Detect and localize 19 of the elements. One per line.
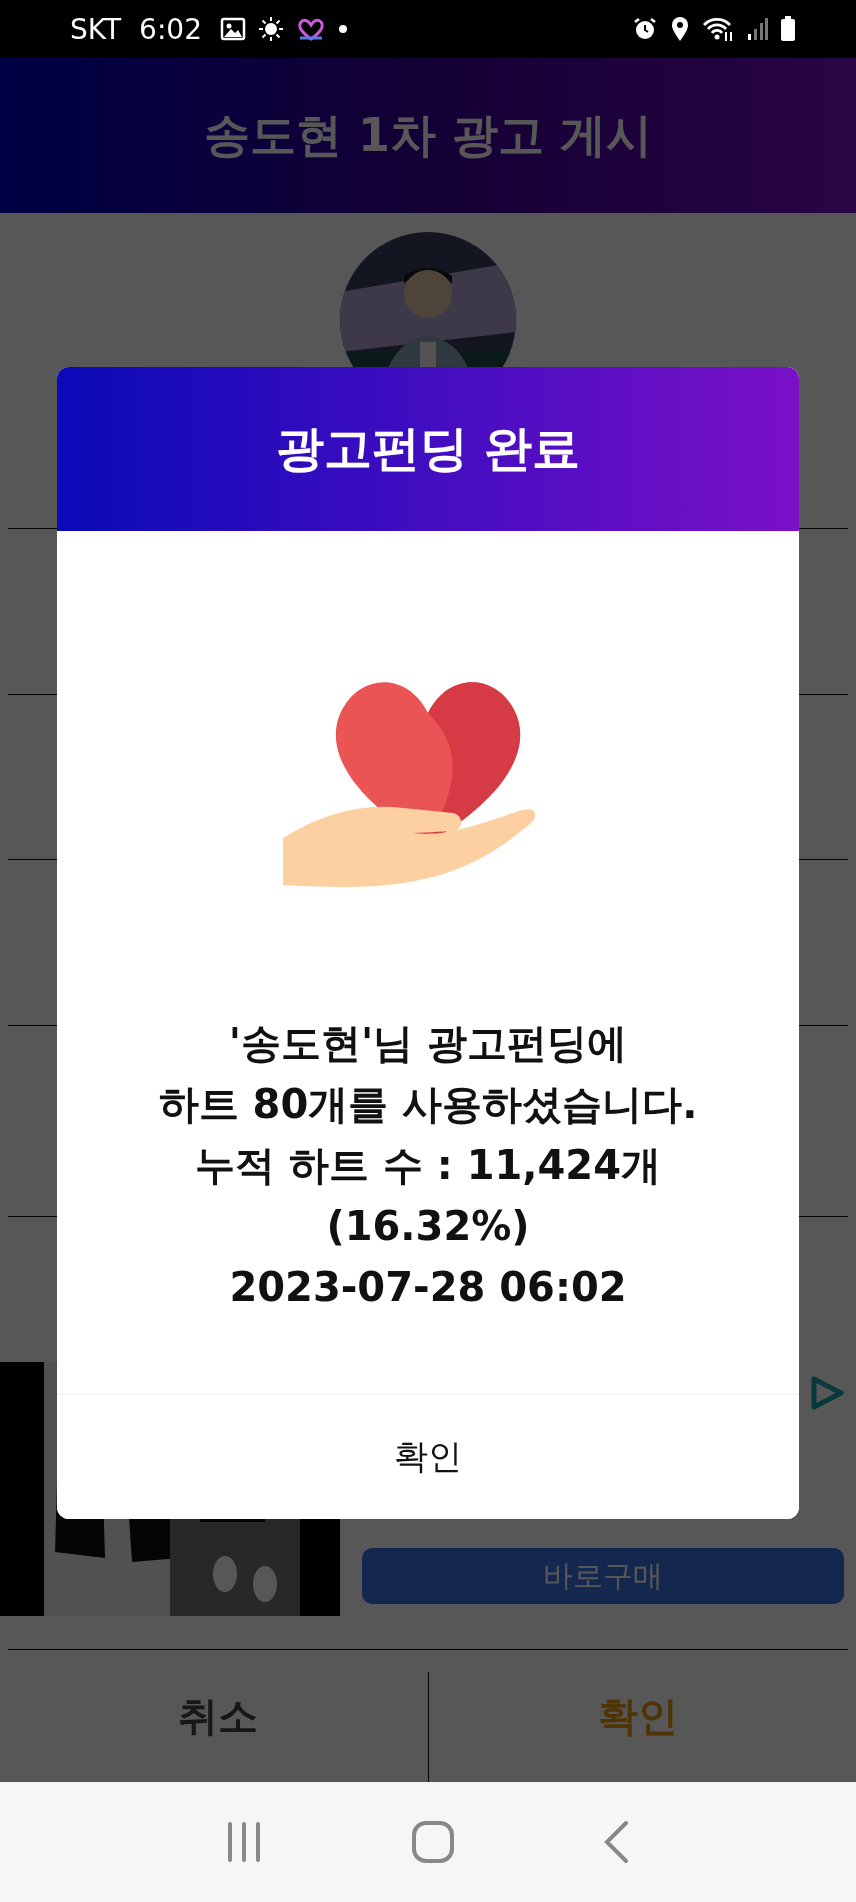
alarm-icon [632, 16, 658, 42]
cancel-button[interactable]: 취소 [8, 1650, 428, 1782]
dialog-title: 광고펀딩 완료 [275, 419, 581, 478]
dot-icon [337, 24, 348, 34]
battery-icon [780, 16, 796, 42]
home-icon [411, 1820, 455, 1864]
header-title: 송도현 1차 광고 게시 [203, 106, 653, 164]
clock-text: 6:02 [139, 12, 202, 46]
carrier-text: SKT [70, 12, 122, 46]
signal-icon [746, 17, 768, 41]
confirm-button[interactable]: 확인 [428, 1650, 848, 1782]
image-icon [219, 17, 246, 41]
sun-icon [257, 16, 284, 42]
location-icon [670, 16, 690, 42]
buy-button[interactable]: 바로구매 [362, 1548, 844, 1604]
message-text: '송도현'님 광고펀딩에 하트 80개를 사용하셨습니다. 누적 하트 수 : 11,424개 (16.32%) 2023-07-28 06:02 [158, 1019, 698, 1312]
wifi-icon [702, 16, 734, 42]
heart-icon [295, 17, 326, 41]
play-icon [810, 1376, 844, 1410]
